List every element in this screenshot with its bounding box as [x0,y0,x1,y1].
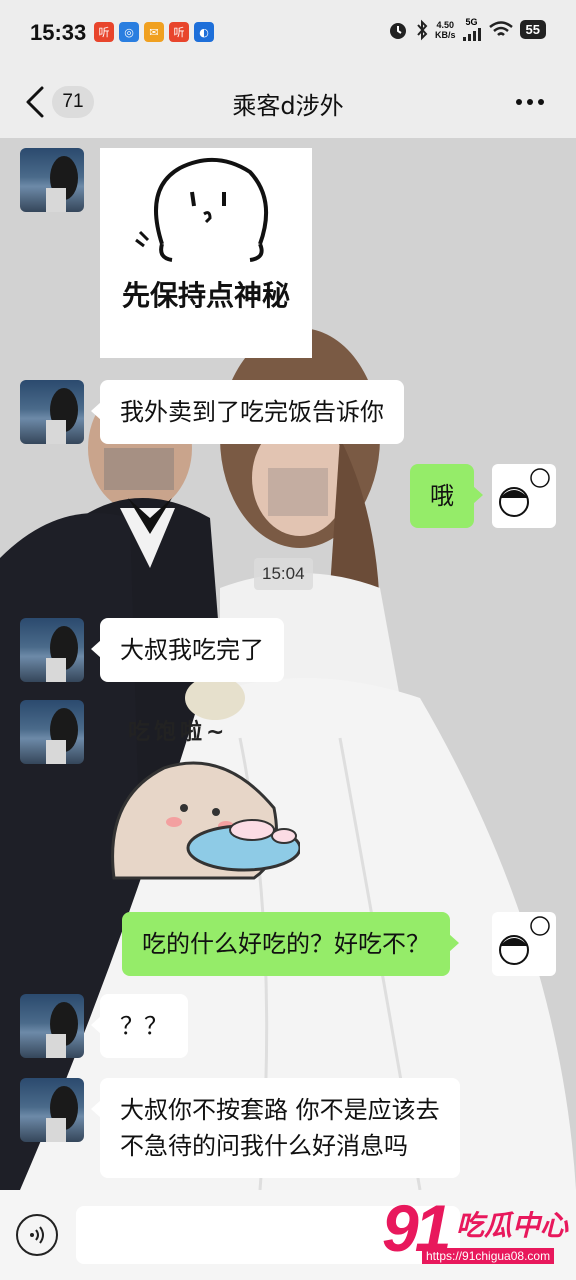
cartoon-avatar [499,468,550,517]
status-bar: 15:33 听 ◎ ✉ 听 ◐ 4.50 KB/s 5G 55 [0,0,576,70]
contact-avatar[interactable] [20,700,84,764]
voice-wave-icon [30,1226,44,1244]
more-options-button[interactable] [516,92,548,112]
cartoon-avatar [499,916,550,965]
sticker-caption: 先保持点神秘 [121,279,290,312]
mail-app-icon: ✉ [144,22,164,42]
message-line: 大叔你不按套路 你不是应该去 [120,1096,440,1124]
signal-group: 5G [462,18,482,41]
contact-avatar[interactable] [20,618,84,682]
avatar-photo [46,156,78,212]
chat-background-photo: 先保持点神秘 我外卖到了吃完饭告诉你 哦 15:04 大叔我吃完了 吃饱啦~ 吃… [0,138,576,1190]
contact-avatar[interactable] [20,1078,84,1142]
listen-app-icon-2: 听 [169,22,189,42]
bluetooth-icon [417,19,428,40]
timestamp-separator: 15:04 [254,558,313,590]
seal-eating-sticker-art [111,761,300,880]
watermark-name: 吃瓜中心 [456,1209,569,1242]
message-bubble-received[interactable]: 大叔我吃完了 [91,618,284,682]
message-line: 不急待的问我什么好消息吗 [120,1132,408,1160]
chat-title: 乘客d涉外 [232,92,344,120]
voice-input-button[interactable] [16,1214,58,1256]
browser-app-icon: ◎ [119,22,139,42]
more-dot-icon [516,99,522,105]
notification-icons: 听 ◎ ✉ 听 ◐ [94,22,214,42]
battery-indicator: 55 [519,20,546,39]
contact-avatar[interactable] [20,148,84,212]
net-speed: 4.50 KB/s [435,19,456,40]
message-bubble-received[interactable]: 我外卖到了吃完饭告诉你 [91,380,404,444]
avatar-photo [46,708,78,764]
signal-icon [462,28,481,41]
message-bubble-received[interactable]: 大叔你不按套路 你不是应该去 不急待的问我什么好消息吗 [91,1078,460,1178]
sticker-full[interactable]: 吃饱啦~ [104,706,300,888]
network-type: 5G [465,17,478,27]
more-dot-icon [527,99,533,105]
sticker-mystery[interactable]: 先保持点神秘 [100,148,312,358]
status-time: 15:33 [30,20,87,45]
chat-header: 71 乘客d涉外 [0,70,576,138]
site-watermark: 91 吃瓜中心 https://91chigua08.com [382,1191,572,1276]
avatar-photo [46,1002,78,1058]
my-avatar[interactable] [492,912,556,976]
message-bubble-received[interactable]: ？？ [91,994,188,1058]
watermark-url: https://91chigua08.com [422,1248,555,1264]
system-icons: 4.50 KB/s 5G 55 [387,18,546,41]
avatar-photo [46,1086,78,1142]
alarm-icon [390,22,407,39]
doodle-face-sticker-art [135,157,268,262]
contact-avatar[interactable] [20,994,84,1058]
message-bubble-sent[interactable]: 吃的什么好吃的？好吃不？ [122,912,459,976]
avatar-photo [46,388,78,444]
contact-avatar[interactable] [20,380,84,444]
blue-app-icon: ◐ [194,22,214,42]
avatar-photo [46,626,78,682]
more-dot-icon [538,99,544,105]
listen-app-icon: 听 [94,22,114,42]
message-bubble-sent[interactable]: 哦 [410,464,483,528]
my-avatar[interactable] [492,464,556,528]
wifi-icon [488,20,513,36]
